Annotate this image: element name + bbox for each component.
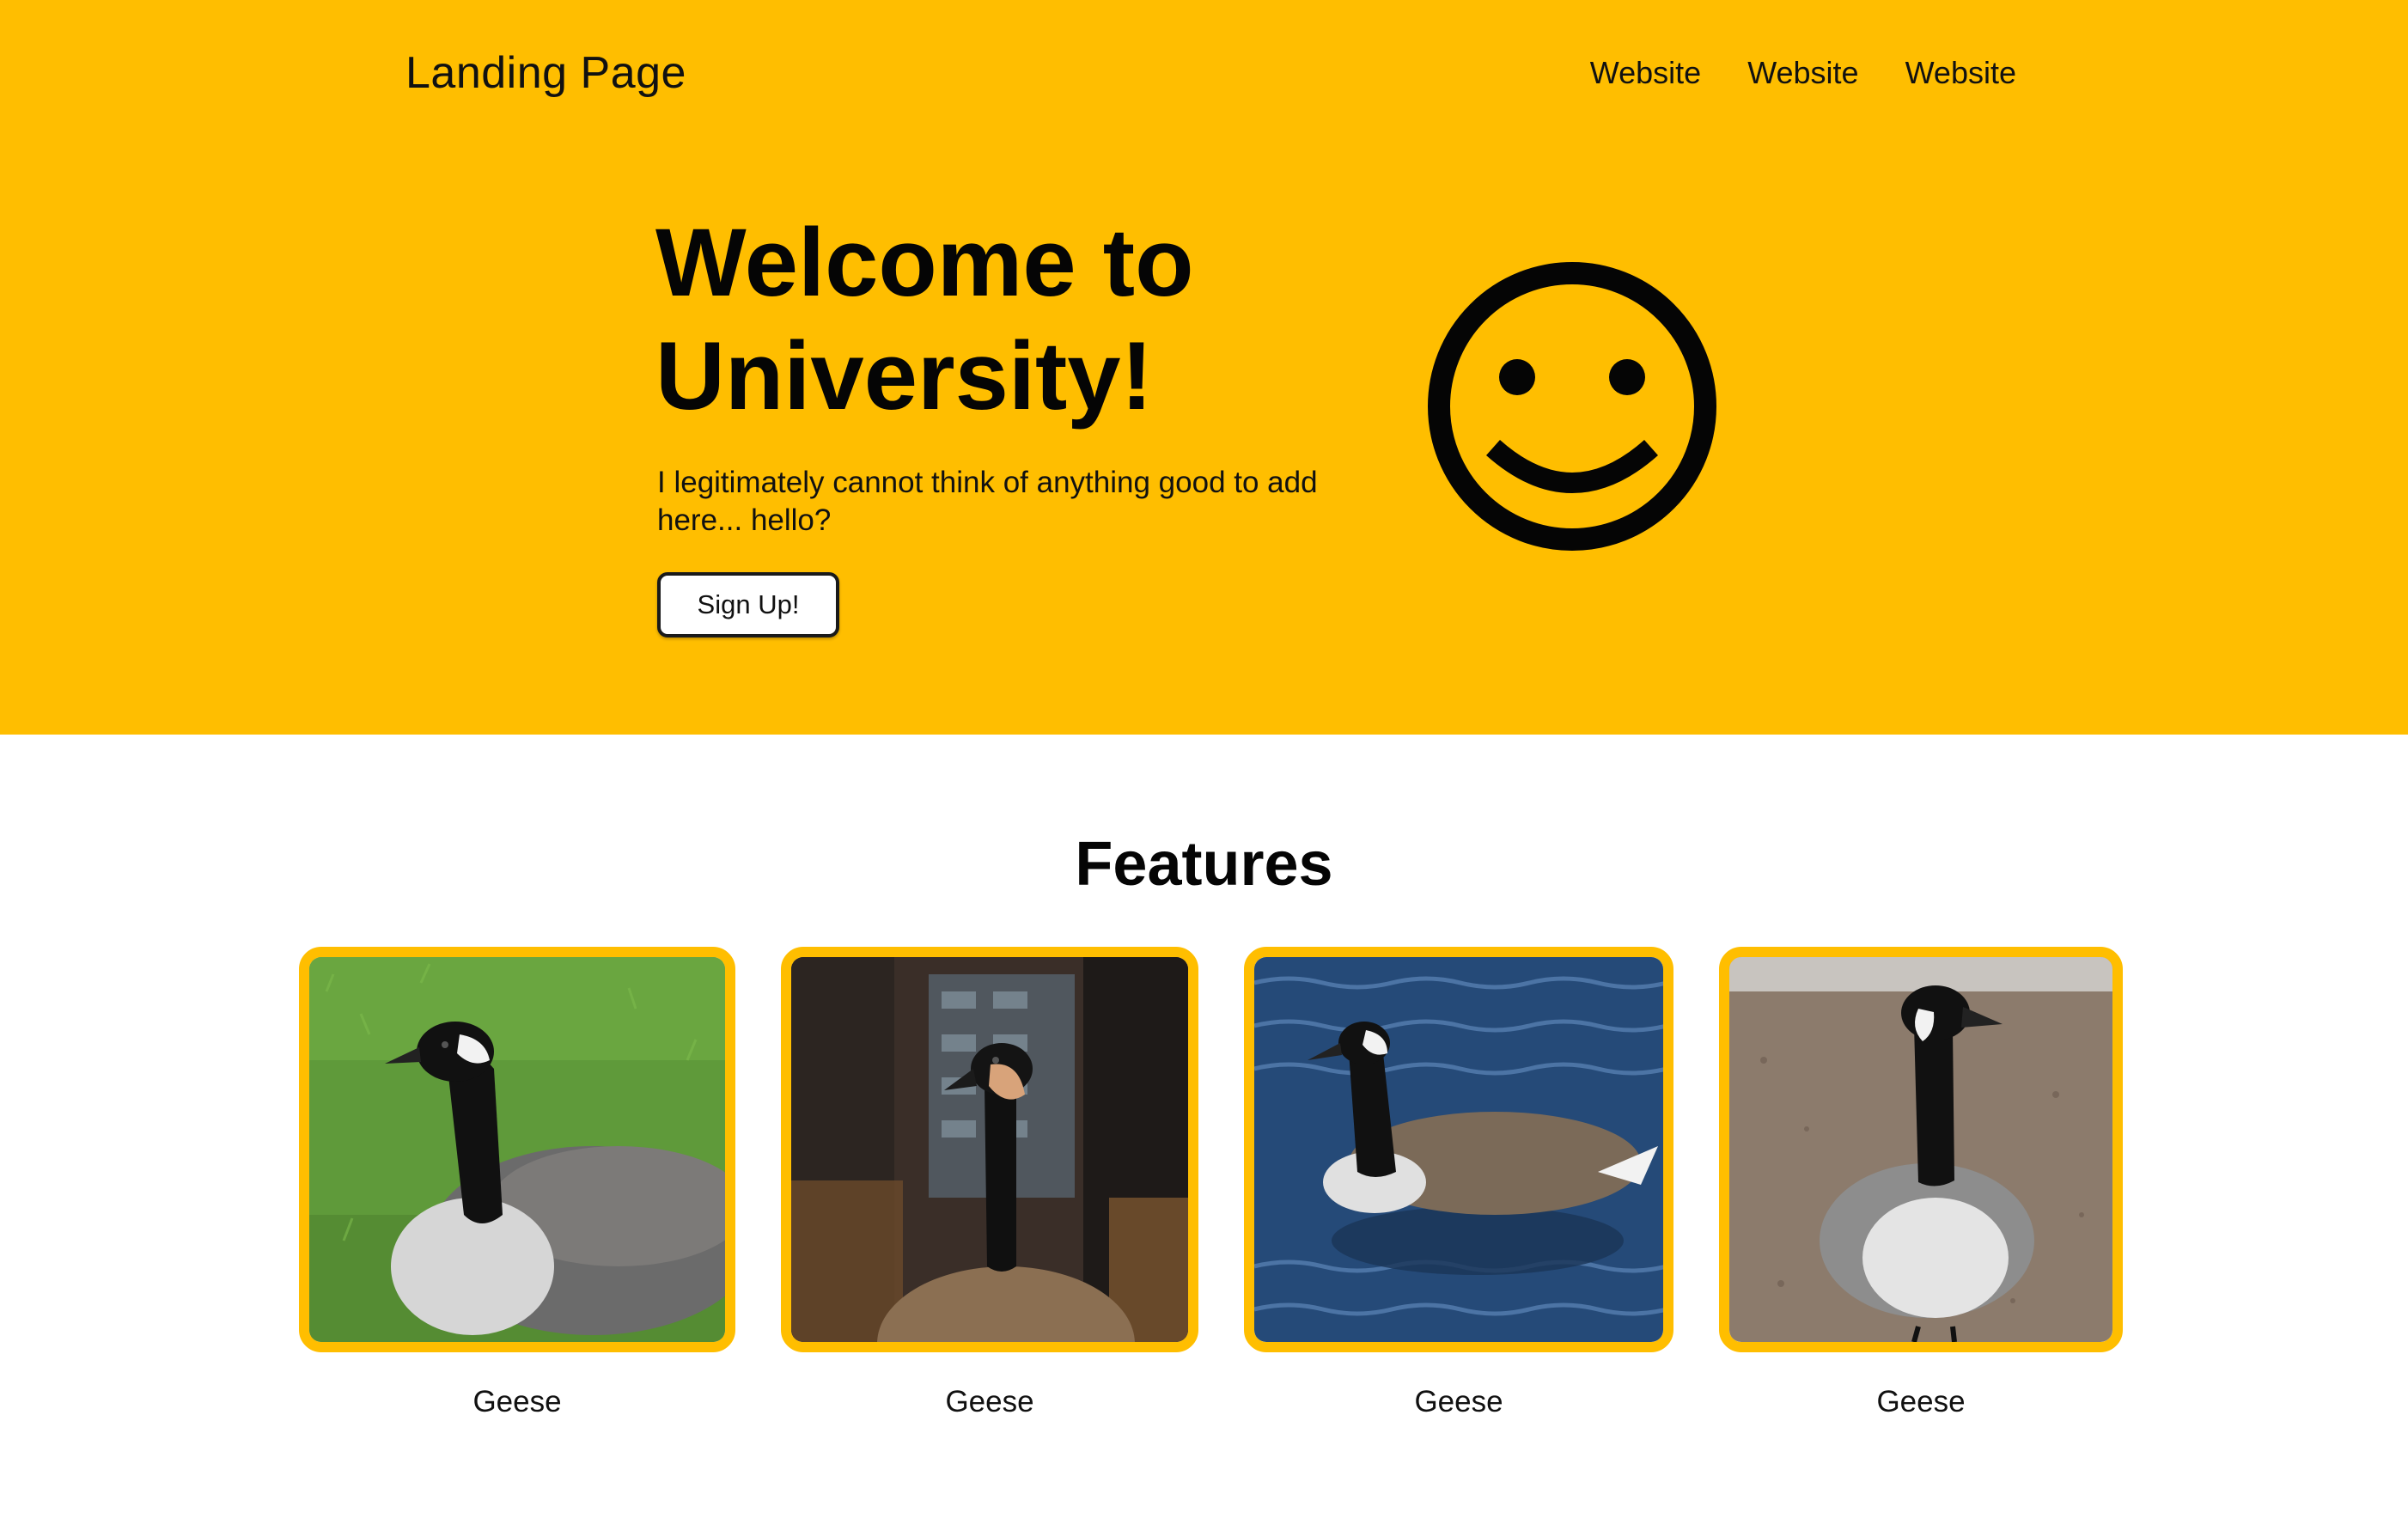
goose-standing-image xyxy=(1729,957,2112,1342)
feature-card-3[interactable]: Geese xyxy=(1244,947,1673,1421)
feature-caption: Geese xyxy=(945,1385,1034,1418)
feature-caption: Geese xyxy=(1414,1385,1503,1418)
nav-link-website-2[interactable]: Website xyxy=(1747,52,1858,95)
hero-section: Landing Page Website Website Website Wel… xyxy=(0,0,2408,735)
feature-image-frame xyxy=(1719,947,2123,1352)
hero-subtitle: I legitimately cannot think of anything … xyxy=(657,466,1318,537)
feature-card-4[interactable]: Geese xyxy=(1719,947,2123,1421)
hero-title-line-2: University! xyxy=(655,322,1153,430)
feature-image-frame xyxy=(1244,947,1673,1352)
nav-link-website-1[interactable]: Website xyxy=(1590,52,1701,95)
hero-title: Welcome to University! xyxy=(655,206,1291,433)
goose-swimming-image xyxy=(1254,957,1663,1342)
feature-caption: Geese xyxy=(1876,1385,1966,1418)
feature-image-frame xyxy=(781,947,1198,1352)
smiley-face-icon xyxy=(1428,262,1716,551)
goose-on-grass-image xyxy=(309,957,725,1342)
feature-image-frame xyxy=(299,947,735,1352)
features-heading: Features xyxy=(1075,830,1333,899)
feature-card-2[interactable]: Geese xyxy=(781,947,1198,1421)
sign-up-button[interactable]: Sign Up! xyxy=(657,572,839,637)
hero-title-line-1: Welcome to xyxy=(655,209,1194,316)
feature-card-1[interactable]: Geese xyxy=(299,947,735,1421)
nav-link-website-3[interactable]: Website xyxy=(1905,52,2016,95)
site-brand[interactable]: Landing Page xyxy=(405,43,686,103)
top-nav: Website Website Website xyxy=(1590,52,2016,95)
goose-portrait-image xyxy=(791,957,1188,1342)
feature-caption: Geese xyxy=(472,1385,562,1418)
